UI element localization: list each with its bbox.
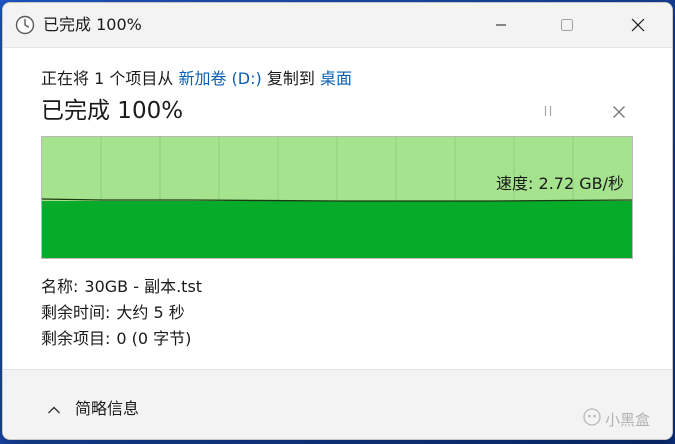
transfer-speed-graph: 速度: 2.72 GB/秒 (41, 136, 633, 259)
time-remaining-key: 剩余时间: (41, 303, 111, 322)
progress-headline: 已完成 100% (41, 98, 184, 124)
speed-area (42, 201, 632, 258)
dialog-footer: 简略信息 (3, 369, 672, 439)
watermark: 小黑盒 (583, 408, 650, 430)
speed-label: 速度: 2.72 GB/秒 (496, 174, 624, 193)
watermark-text: 小黑盒 (605, 410, 651, 429)
window-title: 已完成 100% (43, 15, 142, 34)
detail-time-row: 剩余时间: 大约 5 秒 (41, 300, 202, 326)
cancel-icon (612, 104, 626, 123)
detail-items-row: 剩余项目: 0 (0 字节) (41, 326, 202, 352)
graph-canvas (42, 137, 632, 258)
cancel-button[interactable] (609, 103, 629, 123)
copy-middle-text: 复制到 (266, 69, 315, 88)
maximize-icon (560, 18, 574, 32)
title-bar[interactable]: 已完成 100% (3, 3, 672, 48)
chevron-up-icon (47, 400, 61, 419)
minimize-button[interactable] (478, 3, 524, 47)
source-link[interactable]: 新加卷 (D:) (178, 69, 261, 88)
close-icon (631, 18, 645, 32)
copy-progress-dialog: 已完成 100% 正在将 1 个项目从 新加卷 (D:) 复制到 桌面 已完成 … (2, 2, 673, 440)
less-info-label: 简略信息 (75, 399, 140, 418)
destination-link[interactable]: 桌面 (320, 69, 352, 88)
name-key: 名称: (41, 277, 79, 296)
minimize-icon (495, 19, 507, 31)
clock-icon (15, 15, 35, 35)
pause-icon (541, 103, 555, 122)
name-value: 30GB - 副本.tst (84, 277, 203, 296)
pause-button[interactable] (537, 103, 559, 121)
items-remaining-value: 0 (0 字节) (116, 329, 192, 348)
copy-description: 正在将 1 个项目从 新加卷 (D:) 复制到 桌面 (41, 68, 352, 90)
watermark-logo-icon (583, 408, 601, 430)
less-info-toggle[interactable]: 简略信息 (47, 398, 139, 420)
time-remaining-value: 大约 5 秒 (116, 303, 185, 322)
close-button[interactable] (615, 3, 661, 47)
details-panel: 名称: 30GB - 副本.tst 剩余时间: 大约 5 秒 剩余项目: 0 (0 字… (41, 274, 202, 352)
detail-name-row: 名称: 30GB - 副本.tst (41, 274, 202, 300)
items-remaining-key: 剩余项目: (41, 329, 111, 348)
maximize-button[interactable] (544, 3, 590, 47)
copy-prefix-text: 正在将 1 个项目从 (41, 69, 174, 88)
